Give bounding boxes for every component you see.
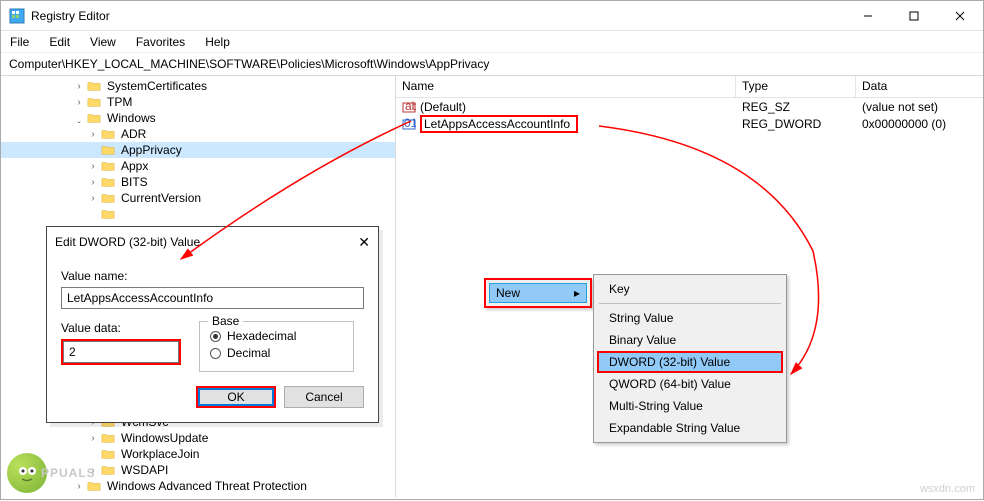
chevron-right-icon: ▸ — [574, 286, 580, 300]
menu-edit[interactable]: Edit — [46, 33, 73, 51]
cancel-button[interactable]: Cancel — [284, 386, 364, 408]
tree-twisty-icon[interactable]: › — [71, 81, 87, 92]
dialog-title: Edit DWORD (32-bit) Value — [55, 235, 334, 249]
tree-label: Windows Advanced Threat Protection — [107, 479, 307, 493]
tree-item[interactable]: › SystemCertificates — [1, 78, 395, 94]
context-new-item[interactable]: New ▸ — [489, 283, 587, 303]
tree-label: WindowsUpdate — [121, 431, 208, 445]
tree-item[interactable]: ˬ Windows — [1, 110, 395, 126]
folder-icon — [87, 111, 103, 125]
appuals-watermark: PPUALS — [7, 453, 96, 493]
tree-twisty-icon[interactable]: › — [85, 433, 101, 444]
value-row[interactable]: ab(Default)REG_SZ(value not set) — [396, 98, 983, 115]
folder-icon — [101, 191, 117, 205]
menu-favorites[interactable]: Favorites — [133, 33, 188, 51]
address-bar[interactable]: Computer\HKEY_LOCAL_MACHINE\SOFTWARE\Pol… — [1, 53, 983, 76]
tree-twisty-icon[interactable]: › — [85, 193, 101, 204]
menu-help[interactable]: Help — [202, 33, 233, 51]
tree-label: Windows — [107, 111, 156, 125]
folder-icon — [87, 95, 103, 109]
context-submenu-types: Key String Value Binary Value DWORD (32-… — [593, 274, 787, 443]
minimize-button[interactable] — [845, 1, 891, 30]
value-name-label: Value name: — [61, 269, 364, 283]
tree-label: WorkplaceJoin — [121, 447, 199, 461]
folder-icon — [101, 463, 117, 477]
tree-item[interactable]: › WindowsUpdate — [1, 430, 395, 446]
tree-item[interactable] — [1, 206, 395, 222]
tree-item[interactable]: › ADR — [1, 126, 395, 142]
col-name[interactable]: Name — [396, 76, 736, 97]
tree-label: ADR — [121, 127, 146, 141]
edit-dword-dialog: Edit DWORD (32-bit) Value ✕ Value name: … — [46, 226, 379, 423]
ctx-dword[interactable]: DWORD (32-bit) Value — [597, 351, 783, 373]
source-watermark: wsxdn.com — [920, 483, 975, 495]
folder-icon — [101, 143, 117, 157]
tree-label: CurrentVersion — [121, 191, 201, 205]
folder-icon — [101, 447, 117, 461]
svg-text:011: 011 — [404, 117, 416, 130]
ctx-binary[interactable]: Binary Value — [597, 329, 783, 351]
menu-view[interactable]: View — [87, 33, 119, 51]
tree-item[interactable]: › BITS — [1, 174, 395, 190]
separator — [599, 303, 781, 304]
menubar: File Edit View Favorites Help — [1, 31, 983, 53]
base-legend: Base — [208, 314, 243, 328]
ok-button[interactable]: OK — [196, 386, 276, 408]
folder-icon — [101, 431, 117, 445]
value-name-input[interactable]: LetAppsAccessAccountInfo — [61, 287, 364, 309]
regedit-icon — [9, 8, 25, 24]
col-type[interactable]: Type — [736, 76, 856, 97]
tree-twisty-icon[interactable]: ˬ — [71, 113, 87, 124]
value-data-input[interactable]: 2 — [61, 339, 181, 365]
dec-radio[interactable]: Decimal — [210, 346, 343, 360]
tree-label: Appx — [121, 159, 148, 173]
tree-twisty-icon[interactable]: › — [85, 161, 101, 172]
tree-item[interactable]: › TPM — [1, 94, 395, 110]
tree-label: WSDAPI — [121, 463, 168, 477]
folder-icon — [87, 79, 103, 93]
tree-label: BITS — [121, 175, 148, 189]
tree-twisty-icon[interactable]: › — [85, 129, 101, 140]
ctx-multistring[interactable]: Multi-String Value — [597, 395, 783, 417]
folder-icon — [101, 127, 117, 141]
maximize-button[interactable] — [891, 1, 937, 30]
value-data-label: Value data: — [61, 321, 181, 335]
folder-icon — [101, 207, 117, 221]
tree-twisty-icon[interactable]: › — [85, 177, 101, 188]
dialog-close-button[interactable]: ✕ — [334, 234, 370, 251]
window-title: Registry Editor — [31, 9, 845, 23]
folder-icon — [101, 159, 117, 173]
tree-item[interactable]: AppPrivacy — [1, 142, 395, 158]
context-submenu-new: New ▸ — [484, 278, 592, 308]
tree-item[interactable]: › CurrentVersion — [1, 190, 395, 206]
column-headers: Name Type Data — [396, 76, 983, 98]
tree-label: TPM — [107, 95, 132, 109]
tree-label: AppPrivacy — [121, 143, 182, 157]
menu-file[interactable]: File — [7, 33, 32, 51]
address-text: Computer\HKEY_LOCAL_MACHINE\SOFTWARE\Pol… — [9, 57, 489, 71]
tree-label: SystemCertificates — [107, 79, 207, 93]
ctx-qword[interactable]: QWORD (64-bit) Value — [597, 373, 783, 395]
value-row[interactable]: 011LetAppsAccessAccountInfoREG_DWORD0x00… — [396, 115, 983, 132]
base-group: Base Hexadecimal Decimal — [199, 321, 354, 372]
tree-twisty-icon[interactable]: › — [71, 97, 87, 108]
close-button[interactable] — [937, 1, 983, 30]
ctx-string[interactable]: String Value — [597, 307, 783, 329]
hex-radio[interactable]: Hexadecimal — [210, 329, 343, 343]
titlebar: Registry Editor — [1, 1, 983, 31]
folder-icon — [101, 175, 117, 189]
col-data[interactable]: Data — [856, 76, 983, 97]
value-icon: 011 — [402, 117, 416, 131]
tree-item[interactable]: › Appx — [1, 158, 395, 174]
value-icon: ab — [402, 100, 416, 114]
ctx-expandstring[interactable]: Expandable String Value — [597, 417, 783, 439]
svg-text:ab: ab — [405, 100, 416, 113]
ctx-key[interactable]: Key — [597, 278, 783, 300]
